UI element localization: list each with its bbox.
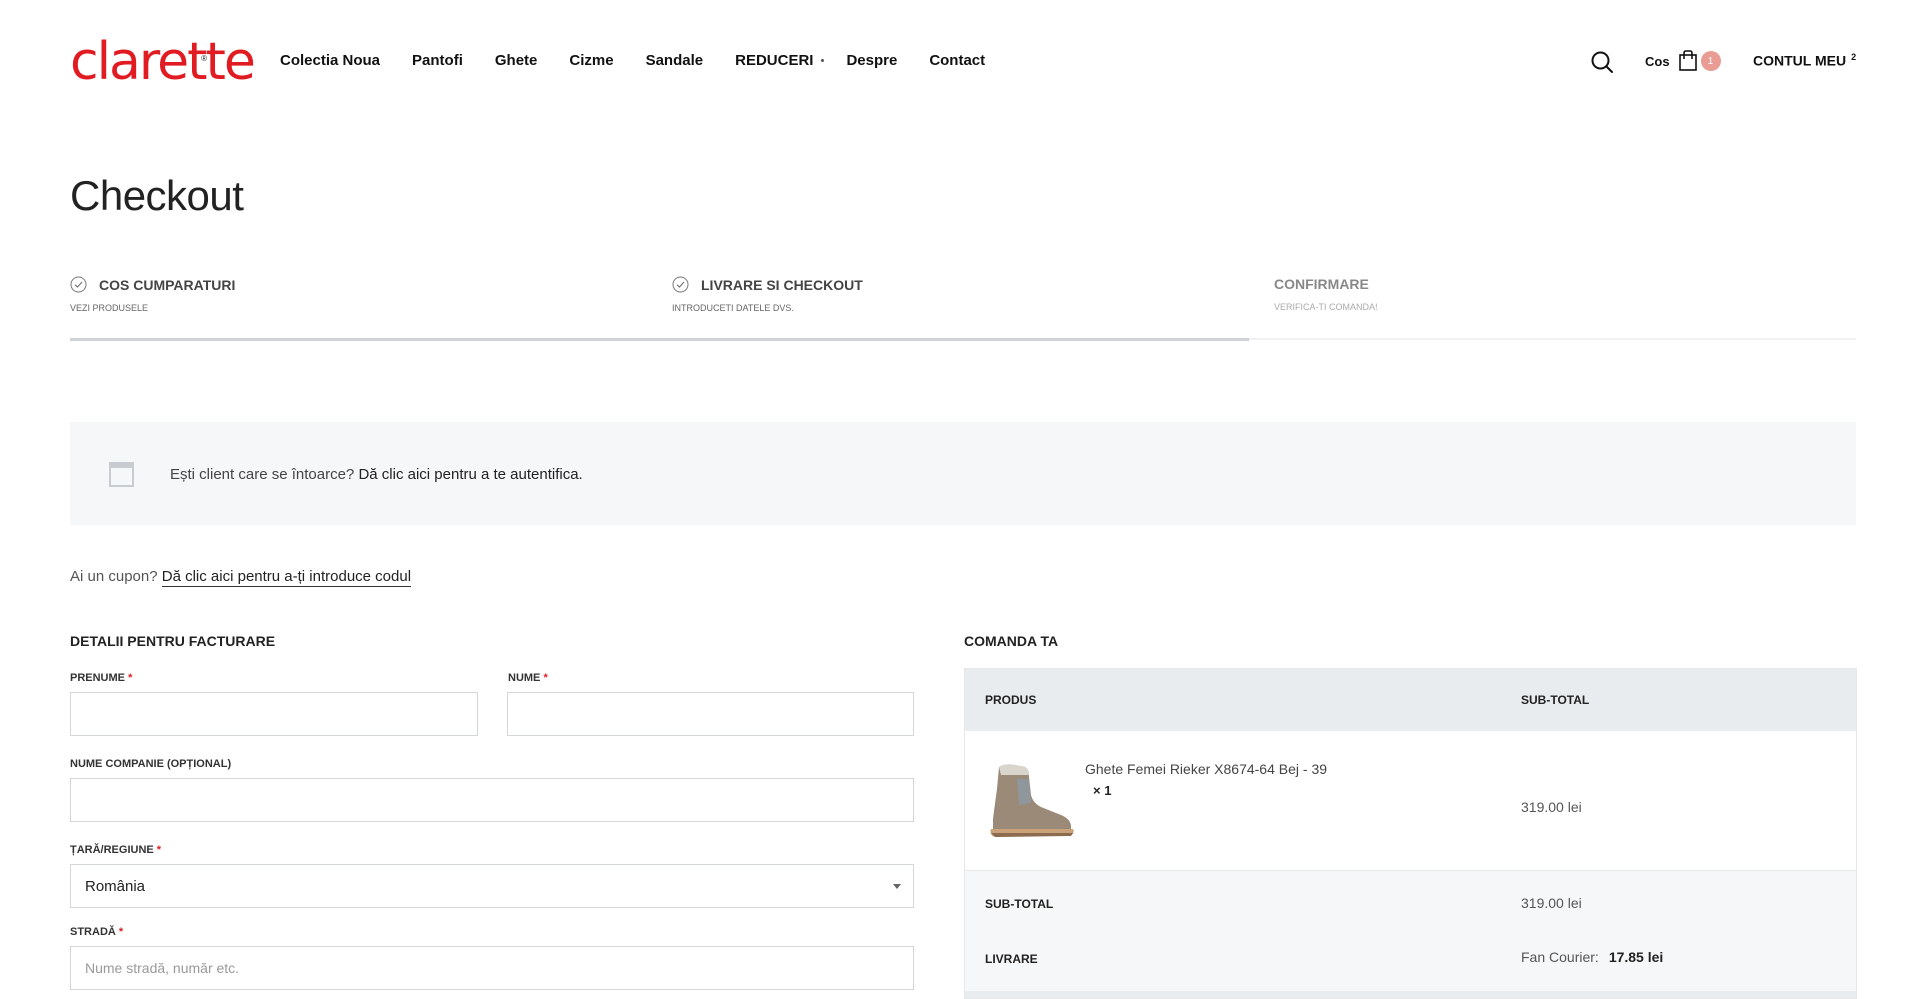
first-name-label: PRENUME * — [70, 672, 132, 684]
notice-text: Ești client care se întoarce? Dă clic ai… — [170, 466, 583, 483]
notice-question: Ești client care se întoarce? — [170, 466, 355, 483]
last-name-input[interactable] — [507, 692, 914, 736]
window-icon — [109, 462, 134, 487]
shipping-label: LIVRARE — [985, 952, 1038, 966]
street-label: STRADĂ * — [70, 926, 123, 938]
coupon-link[interactable]: Dă clic aici pentru a-ți introduce codul — [161, 568, 412, 587]
order-table-header: PRODUS SUB-TOTAL — [965, 669, 1856, 731]
step-sublabel: VERIFICA-TI COMANDA! — [1274, 302, 1378, 312]
returning-customer-notice: Ești client care se întoarce? Dă clic ai… — [70, 422, 1856, 525]
country-label: ȚARĂ/REGIUNE * — [70, 844, 161, 856]
required-mark: * — [128, 672, 133, 684]
shopping-bag-icon — [1678, 50, 1698, 72]
account-count: 2 — [1851, 52, 1857, 62]
shipping-price: 17.85 lei — [1608, 949, 1664, 965]
shipping-method: Fan Courier: — [1521, 949, 1599, 965]
table-row: Ghete Femei Rieker X8674-64 Bej - 39 × 1… — [965, 731, 1856, 871]
step-sublabel: INTRODUCETI DATELE DVS. — [672, 303, 794, 313]
nav-label: REDUCERI — [735, 52, 814, 69]
step-confirm[interactable]: CONFIRMARE VERIFICA-TI COMANDA! — [1274, 276, 1378, 312]
company-label: NUME COMPANIE (OPȚIONAL) — [70, 758, 232, 770]
coupon-prompt: Ai un cupon? Dă clic aici pentru a-ți in… — [70, 568, 412, 587]
order-review-table: PRODUS SUB-TOTAL Ghete Femei Rieker X867… — [964, 668, 1857, 999]
label-text: PRENUME — [70, 672, 126, 684]
coupon-question: Ai un cupon? — [70, 568, 158, 585]
required-mark: * — [118, 926, 124, 938]
check-circle-icon — [672, 276, 689, 293]
nav-label: Sandale — [645, 52, 704, 69]
nav-item-cizme[interactable]: Cizme — [569, 52, 613, 69]
site-header: clarette ® Colectia Noua Pantofi Ghete C… — [0, 0, 1919, 120]
nav-item-despre[interactable]: Despre — [846, 52, 897, 69]
billing-title: DETALII PENTRU FACTURARE — [70, 633, 276, 649]
order-title: COMANDA TA — [964, 633, 1059, 649]
step-label: CONFIRMARE — [1274, 276, 1369, 292]
nav-item-sandale[interactable]: Sandale — [646, 52, 704, 69]
account-link[interactable]: CONTUL MEU 2 — [1753, 52, 1856, 69]
submenu-dot-icon — [821, 59, 825, 62]
product-name[interactable]: Ghete Femei Rieker X8674-64 Bej - 39 — [1085, 761, 1327, 777]
cart-label: Cos — [1645, 53, 1670, 69]
nav-label: Contact — [929, 52, 986, 69]
nav-item-reduceri[interactable]: REDUCERI — [735, 52, 825, 69]
caret-down-icon — [893, 884, 901, 889]
nav-item-pantofi[interactable]: Pantofi — [412, 52, 463, 69]
nav-label: Despre — [846, 52, 898, 69]
step-sublabel: VEZI PRODUSELE — [70, 303, 149, 313]
nav-label: Colectia Noua — [280, 52, 381, 69]
login-link[interactable]: Dă clic aici pentru a te autentifica. — [358, 466, 582, 483]
checkout-steps: COS CUMPARATURI VEZI PRODUSELE LIVRARE S… — [70, 276, 1856, 342]
street-input[interactable] — [70, 946, 914, 990]
cart-button[interactable]: Cos 1 — [1645, 50, 1721, 72]
check-circle-icon — [70, 276, 87, 293]
product-subtotal: 319.00 lei — [1521, 799, 1582, 815]
nav-label: Pantofi — [412, 52, 463, 69]
logo-registered-mark: ® — [201, 54, 207, 63]
brand-logo[interactable]: clarette ® — [70, 32, 256, 92]
shipping-option[interactable]: Fan Courier: 17.85 lei — [1521, 949, 1663, 965]
search-icon[interactable] — [1590, 50, 1614, 74]
nav-item-contact[interactable]: Contact — [929, 52, 985, 69]
cart-count-badge: 1 — [1700, 51, 1721, 71]
step-shipping[interactable]: LIVRARE SI CHECKOUT INTRODUCETI DATELE D… — [672, 276, 863, 313]
required-mark: * — [543, 672, 548, 684]
totals-divider — [965, 991, 1856, 998]
order-totals: SUB-TOTAL 319.00 lei LIVRARE Fan Courier… — [965, 871, 1856, 998]
country-select[interactable]: România — [70, 864, 914, 908]
product-quantity: × 1 — [1093, 783, 1112, 798]
nav-label: Cizme — [569, 52, 614, 69]
first-name-input[interactable] — [70, 692, 478, 736]
subtotal-label: SUB-TOTAL — [985, 897, 1054, 911]
country-value: România — [85, 877, 146, 895]
logo-text: clarette — [70, 32, 256, 92]
step-label: COS CUMPARATURI — [99, 276, 236, 293]
main-nav: Colectia Noua Pantofi Ghete Cizme Sandal… — [280, 52, 1017, 69]
label-text: ȚARĂ/REGIUNE — [70, 844, 154, 856]
nav-item-colectia-noua[interactable]: Colectia Noua — [280, 52, 380, 69]
required-mark: * — [156, 844, 162, 856]
nav-item-ghete[interactable]: Ghete — [495, 52, 538, 69]
step-label: LIVRARE SI CHECKOUT — [701, 276, 863, 293]
step-cart[interactable]: COS CUMPARATURI VEZI PRODUSELE — [70, 276, 235, 313]
nav-label: Ghete — [494, 52, 538, 69]
label-text: STRADĂ — [70, 926, 116, 938]
label-text: NUME — [508, 672, 541, 684]
last-name-label: NUME * — [508, 672, 548, 684]
col-subtotal-header: SUB-TOTAL — [1521, 693, 1590, 707]
account-label: CONTUL MEU — [1753, 52, 1847, 69]
product-thumbnail — [985, 759, 1077, 839]
steps-progress-fill — [70, 338, 1249, 341]
company-input[interactable] — [70, 778, 914, 822]
subtotal-value: 319.00 lei — [1521, 895, 1582, 911]
col-product-header: PRODUS — [985, 693, 1037, 707]
page-title: Checkout — [70, 172, 244, 219]
